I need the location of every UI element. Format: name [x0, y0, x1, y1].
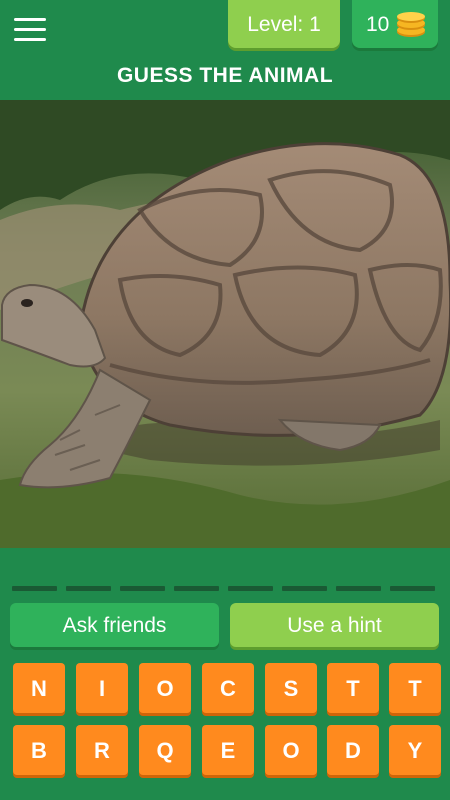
answer-slot[interactable]: [228, 586, 273, 591]
answer-slot[interactable]: [66, 586, 111, 591]
answer-slot[interactable]: [336, 586, 381, 591]
ask-friends-button[interactable]: Ask friends: [10, 603, 219, 647]
letter-tile[interactable]: I: [76, 663, 128, 713]
level-badge: Level: 1: [228, 0, 340, 48]
coins-count: 10: [366, 13, 390, 36]
letter-tile[interactable]: B: [13, 725, 65, 775]
coin-stack-icon: [397, 12, 425, 37]
answer-slot[interactable]: [120, 586, 165, 591]
letter-tile[interactable]: E: [202, 725, 254, 775]
letter-tile[interactable]: Y: [389, 725, 441, 775]
answer-slot[interactable]: [174, 586, 219, 591]
answer-slot[interactable]: [282, 586, 327, 591]
letter-tile[interactable]: R: [76, 725, 128, 775]
level-text: Level: 1: [247, 13, 321, 36]
puzzle-image: [0, 100, 450, 548]
coins-badge[interactable]: 10: [352, 0, 438, 48]
letter-tile[interactable]: O: [139, 663, 191, 713]
letter-tile[interactable]: Q: [139, 725, 191, 775]
letter-tile[interactable]: D: [327, 725, 379, 775]
letter-tile[interactable]: C: [202, 663, 254, 713]
menu-icon[interactable]: [14, 18, 46, 44]
letter-tile[interactable]: T: [327, 663, 379, 713]
page-title: GUESS THE ANIMAL: [116, 64, 334, 87]
answer-slots: [12, 586, 438, 592]
answer-slot[interactable]: [390, 586, 435, 591]
letter-tile[interactable]: N: [13, 663, 65, 713]
letter-tile[interactable]: O: [265, 725, 317, 775]
answer-slot[interactable]: [12, 586, 57, 591]
letter-tile[interactable]: T: [389, 663, 441, 713]
top-bar: Level: 1 10: [0, 0, 450, 56]
letter-tile[interactable]: S: [265, 663, 317, 713]
use-hint-button[interactable]: Use a hint: [230, 603, 439, 647]
